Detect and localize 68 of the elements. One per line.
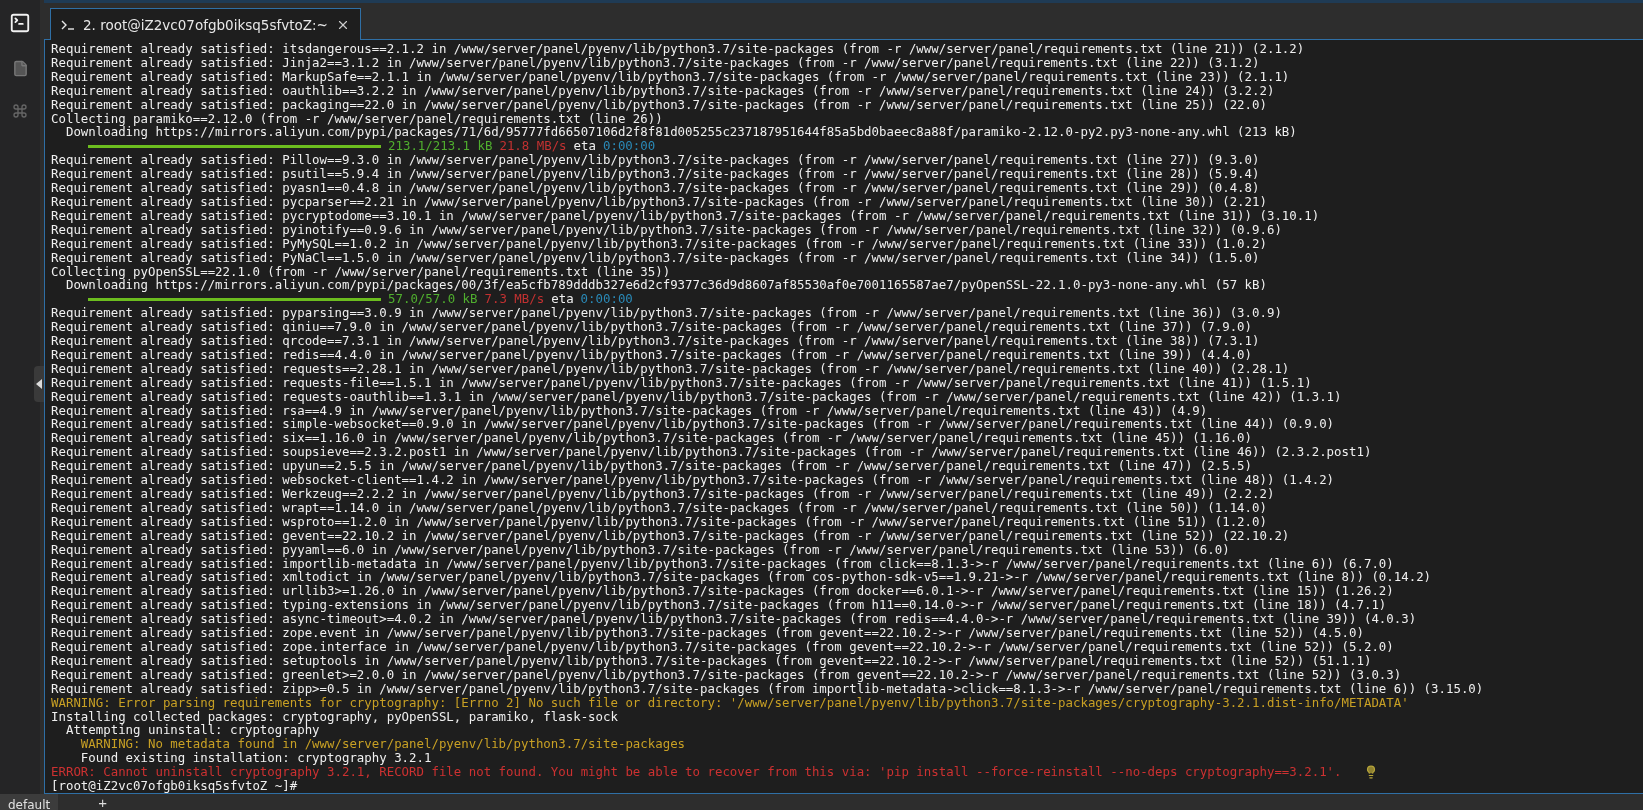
output-line: Requirement already satisfied: urllib3>=1.26.0 in /www/server/panel/pyenv/lib/python3.7/site-packages (from docker==6.0.1->-r /www/server/panel/requirements.txt (line 15)) (1.26.2) xyxy=(51,584,1394,599)
output-line: Requirement already satisfied: gevent==22.10.2 in /www/server/panel/pyenv/lib/python3.7/site-packages (from -r /www/server/panel/requirements.txt (line 52)) (22.10.2) xyxy=(51,528,1290,543)
output-line: Requirement already satisfied: simple-websocket==0.9.0 in /www/server/panel/pyenv/lib/python3.7/site-packages (from -r /www/server/panel/requirements.txt (line 44)) (0.9.0) xyxy=(51,417,1335,432)
output-line: Requirement already satisfied: PyNaCl==1.5.0 in /www/server/panel/pyenv/lib/python3.7/site-packages (from -r /www/server/panel/requirements.txt (line 34)) (1.5.0) xyxy=(51,250,1260,265)
output-line: Requirement already satisfied: pyasn1==0.4.8 in /www/server/panel/pyenv/lib/python3.7/site-packages (from -r /www/server/panel/requirements.txt (line 29)) (0.4.8) xyxy=(51,181,1260,195)
output-line: Requirement already satisfied: requests-file==1.5.1 in /www/server/panel/pyenv/lib/python3.7/site-packages (from -r /www/server/panel/requirements.txt (line 41)) (1.5.1) xyxy=(51,375,1312,390)
output-line: Requirement already satisfied: pyparsing==3.0.9 in /www/server/panel/pyenv/lib/python3.7/site-packages (from -r /www/server/panel/requirements.txt (line 36)) (3.0.9) xyxy=(51,306,1282,321)
command-icon[interactable] xyxy=(12,103,28,119)
output-line: Requirement already satisfied: oauthlib==3.2.2 in /www/server/panel/pyenv/lib/python3.7/site-packages (from -r /www/server/panel/requirements.txt (line 24)) (3.2.2) xyxy=(51,83,1275,98)
output-line: Requirement already satisfied: upyun==2.5.5 in /www/server/panel/pyenv/lib/python3.7/site-packages (from -r /www/server/panel/requirements.txt (line 47)) (2.5.5) xyxy=(51,459,1253,474)
eta-label: eta xyxy=(551,292,574,307)
output-line: Requirement already satisfied: requests-oauthlib==1.3.1 in /www/server/panel/pyenv/lib/python3.7/site-packages (from -r /www/server/panel/requirements.txt (line 42)) (1.3.1) xyxy=(51,389,1342,404)
output-line: Found existing installation: cryptography 3.2.1 xyxy=(79,751,432,766)
output-line: Requirement already satisfied: wrapt==1.14.0 in /www/server/panel/pyenv/lib/python3.7/site-packages (from -r /www/server/panel/requirements.txt (line 50)) (1.14.0) xyxy=(51,500,1267,515)
caret-left-icon xyxy=(36,379,42,389)
output-line: Requirement already satisfied: pyinotify==0.9.6 in /www/server/panel/pyenv/lib/python3.7/site-packages (from -r /www/server/panel/requirements.txt (line 32)) (0.9.6) xyxy=(51,222,1282,237)
output-line: Requirement already satisfied: MarkupSafe==2.1.1 in /www/server/panel/pyenv/lib/python3.7/site-packages (from -r /www/server/panel/requirements.txt (line 23)) (2.1.1) xyxy=(51,69,1290,84)
output-line: Requirement already satisfied: wsproto==1.2.0 in /www/server/panel/pyenv/lib/python3.7/site-packages (from -r /www/server/panel/requirements.txt (line 51)) (1.2.0) xyxy=(51,514,1267,529)
output-line: Installing collected packages: cryptography, pyOpenSSL, paramiko, flask-sock xyxy=(51,709,618,724)
output-line: Requirement already satisfied: PyMySQL==1.0.2 in /www/server/panel/pyenv/lib/python3.7/site-packages (from -r /www/server/panel/requirements.txt (line 33)) (1.0.2) xyxy=(51,236,1267,251)
output-line: Requirement already satisfied: importlib-metadata in /www/server/panel/pyenv/lib/python3.7/site-packages (from click==8.1.3->-r /www/server/panel/requirements.txt (line 6)) (6.7.0) xyxy=(51,556,1394,571)
output-line: Collecting pyOpenSSL==22.1.0 (from -r /www/server/panel/requirements.txt (line 35)) xyxy=(51,264,671,279)
output-line: Requirement already satisfied: qiniu==7.9.0 in /www/server/panel/pyenv/lib/python3.7/site-packages (from -r /www/server/panel/requirements.txt (line 37)) (7.9.0) xyxy=(51,320,1253,335)
output-line: Requirement already satisfied: setuptools in /www/server/panel/pyenv/lib/python3.7/site-packages (from gevent==22.10.2->-r /www/server/panel/requirements.txt (line 52)) (51.1.1) xyxy=(51,653,1372,668)
output-line: Requirement already satisfied: six==1.16.0 in /www/server/panel/pyenv/lib/python3.7/site-packages (from -r /www/server/panel/requirements.txt (line 45)) (1.16.0) xyxy=(51,431,1253,446)
output-line: Requirement already satisfied: requests==2.28.1 in /www/server/panel/pyenv/lib/python3.7/site-packages (from -r /www/server/panel/requirements.txt (line 40)) (2.28.1) xyxy=(51,361,1290,376)
output-line: Requirement already satisfied: Pillow==9.3.0 in /www/server/panel/pyenv/lib/python3.7/site-packages (from -r /www/server/panel/requirements.txt (line 27)) (9.3.0) xyxy=(51,153,1260,168)
output-line: Requirement already satisfied: pyyaml==6.0 in /www/server/panel/pyenv/lib/python3.7/site-packages (from -r /www/server/panel/requirements.txt (line 53)) (6.0) xyxy=(51,542,1230,557)
shell-prompt: [root@iZ2vc07ofgb0iksq5sfvtoZ ~]# xyxy=(51,779,298,793)
output-line: Requirement already satisfied: websocket-client==1.4.2 in /www/server/panel/pyenv/lib/python3.7/site-packages (from -r /www/server/panel/requirements.txt (line 48)) (1.4.2) xyxy=(51,473,1335,487)
output-line: Downloading https://mirrors.aliyun.com/pypi/packages/71/6d/95777fd66507106d2f8f81d005255c237187951644f85a5bd0baeec8a88f/paramiko-2.12.0-py2.py3-none-any.whl (213 kB) xyxy=(65,125,1297,140)
warning-line: WARNING: No metadata found in /www/server/panel/pyenv/lib/python3.7/site-packages xyxy=(80,737,686,752)
output-line: Collecting paramiko==2.12.0 (from -r /www/server/panel/requirements.txt (line 26)) xyxy=(51,111,663,126)
output-line: Attempting uninstall: cryptography xyxy=(65,723,320,738)
output-line: Requirement already satisfied: zope.interface in /www/server/panel/pyenv/lib/python3.7/site-packages (from gevent==22.10.2->-r /www/server/panel/requirements.txt (line 52)) (5.2.0) xyxy=(51,639,1394,654)
output-line: Requirement already satisfied: rsa==4.9 in /www/server/panel/pyenv/lib/python3.7/site-packages (from -r /www/server/panel/requirements.txt (line 43)) (4.9) xyxy=(51,403,1208,418)
output-line: Requirement already satisfied: psutil==5.9.4 in /www/server/panel/pyenv/lib/python3.7/site-packages (from -r /www/server/panel/requirements.txt (line 28)) (5.9.4) xyxy=(51,167,1260,182)
collapse-handle[interactable] xyxy=(34,366,44,402)
terminal-tab[interactable]: 2. root@iZ2vc07ofgb0iksq5sfvtoZ:~ xyxy=(50,8,361,40)
add-tab-button[interactable]: + xyxy=(98,793,107,810)
terminal-icon[interactable] xyxy=(9,12,31,34)
output-line: Requirement already satisfied: redis==4.4.0 in /www/server/panel/pyenv/lib/python3.7/site-packages (from -r /www/server/panel/requirements.txt (line 39)) (4.4.0) xyxy=(51,347,1253,362)
download-size: 213.1/213.1 kB xyxy=(388,139,493,154)
eta-label: eta xyxy=(573,139,596,154)
warning-line: WARNING: Error parsing requirements for cryptography: [Errno 2] No such file or directory: '/www/server/panel/pyenv/lib/python3.7/site-packages/cryptography-3.2.1.dist-info/METADATA' xyxy=(51,695,1409,710)
output-line: Requirement already satisfied: zope.event in /www/server/panel/pyenv/lib/python3.7/site-packages (from gevent==22.10.2->-r /www/server/panel/requirements.txt (line 52)) (4.5.0) xyxy=(51,626,1364,640)
output-line: Requirement already satisfied: soupsieve==2.3.2.post1 in /www/server/panel/pyenv/lib/python3.7/site-packages (from -r /www/server/panel/requirements.txt (line 46)) (2.3.2.post1) xyxy=(51,445,1372,460)
output-line: Requirement already satisfied: qrcode==7.3.1 in /www/server/panel/pyenv/lib/python3.7/site-packages (from -r /www/server/panel/requirements.txt (line 38)) (7.3.1) xyxy=(51,334,1260,348)
eta-time: 0:00:00 xyxy=(602,139,656,154)
prompt-icon xyxy=(61,19,75,30)
output-line: Requirement already satisfied: Jinja2==3.1.2 in /www/server/panel/pyenv/lib/python3.7/site-packages (from -r /www/server/panel/requirements.txt (line 22)) (3.1.2) xyxy=(51,55,1260,70)
output-line: Requirement already satisfied: xmltodict in /www/server/panel/pyenv/lib/python3.7/site-packages (from cos-python-sdk-v5==1.9.21->-r /www/server/panel/requirements.txt (line 8)) (0.14.2) xyxy=(51,570,1432,585)
download-size: 57.0/57.0 kB xyxy=(388,292,478,307)
file-icon[interactable] xyxy=(11,60,29,77)
output-line: Requirement already satisfied: greenlet>=2.0.0 in /www/server/panel/pyenv/lib/python3.7/site-packages (from gevent==22.10.2->-r /www/server/panel/requirements.txt (line 52)) (3.0.3) xyxy=(51,667,1402,682)
output-line: Requirement already satisfied: packaging==22.0 in /www/server/panel/pyenv/lib/python3.7/site-packages (from -r /www/server/panel/requirements.txt (line 25)) (22.0) xyxy=(51,97,1267,112)
error-line: ERROR: Cannot uninstall cryptography 3.2.1, RECORD file not found. You might be able to recover from this via: 'pip install --force-reinstall --no-deps cryptography==3.2.1'. xyxy=(51,765,1342,780)
download-speed: 21.8 MB/s xyxy=(499,139,567,154)
eta-time: 0:00:00 xyxy=(580,292,633,307)
output-line: Requirement already satisfied: async-timeout>=4.0.2 in /www/server/panel/pyenv/lib/python3.7/site-packages (from redis==4.4.0->-r /www/server/panel/requirements.txt (line 39)) (4.0.3) xyxy=(51,612,1417,627)
output-line: Requirement already satisfied: itsdangerous==2.1.2 in /www/server/panel/pyenv/lib/python3.7/site-packages (from -r /www/server/panel/requirements.txt (line 21)) (2.1.2) xyxy=(51,42,1305,56)
output-line: Requirement already satisfied: pycryptodome==3.10.1 in /www/server/panel/pyenv/lib/python3.7/site-packages (from -r /www/server/panel/requirements.txt (line 31)) (3.10.1) xyxy=(51,208,1320,223)
download-speed: 7.3 MB/s xyxy=(484,292,545,307)
output-line: Requirement already satisfied: Werkzeug==2.2.2 in /www/server/panel/pyenv/lib/python3.7/site-packages (from -r /www/server/panel/requirements.txt (line 49)) (2.2.2) xyxy=(51,487,1275,501)
output-line: Requirement already satisfied: zipp>=0.5 in /www/server/panel/pyenv/lib/python3.7/site-packages (from importlib-metadata->click==8.1.3->-r /www/server/panel/requirements.txt (line 6)) (3.15.0) xyxy=(51,681,1484,696)
output-line: Downloading https://mirrors.aliyun.com/pypi/packages/00/3f/ea5cfb789dddb327e6d2cf9377c36d9d8607af85530af0e7001165587ae7/pyOpenSSL-22.1.0-py3-none-any.whl (57 kB) xyxy=(65,278,1267,293)
output-line: Requirement already satisfied: typing-extensions in /www/server/panel/pyenv/lib/python3.7/site-packages (from h11==0.14.0->-r /www/server/panel/requirements.txt (line 18)) (4.7.1) xyxy=(51,598,1387,613)
output-line: Requirement already satisfied: pycparser==2.21 in /www/server/panel/pyenv/lib/python3.7/site-packages (from -r /www/server/panel/requirements.txt (line 30)) (2.21) xyxy=(51,194,1267,209)
